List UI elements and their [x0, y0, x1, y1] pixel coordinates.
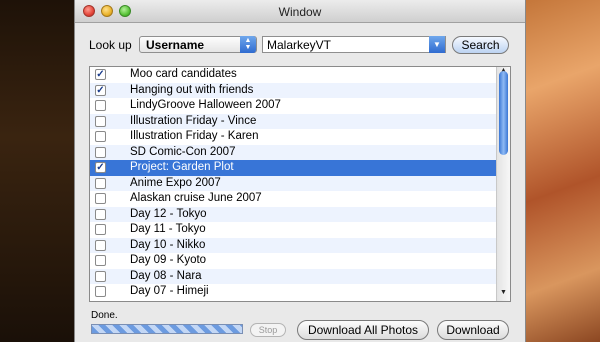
download-all-photos-button[interactable]: Download All Photos [297, 320, 429, 340]
lookup-field-value: Username [146, 38, 205, 52]
list-item-label: Project: Garden Plot [130, 161, 234, 173]
list-item[interactable]: Anime Expo 2007 [90, 175, 496, 191]
scroll-down-icon[interactable]: ▼ [499, 289, 508, 296]
list-item[interactable]: Illustration Friday - Karen [90, 129, 496, 145]
desktop-background-right [524, 0, 600, 342]
checkbox[interactable] [95, 255, 106, 266]
photoset-rows: ✓ Moo card candidates ✓ Hanging out with fr… [90, 67, 496, 300]
checkbox[interactable] [95, 224, 106, 235]
list-item[interactable]: Day 07 - Himeji [90, 284, 496, 300]
list-item[interactable]: ✓ Moo card candidates [90, 67, 496, 83]
list-item[interactable]: Alaskan cruise June 2007 [90, 191, 496, 207]
checkbox[interactable] [95, 270, 106, 282]
checkbox[interactable]: ✓ [95, 84, 106, 96]
checkbox[interactable] [95, 131, 106, 142]
list-item[interactable]: Day 12 - Tokyo [90, 206, 496, 222]
list-item-label: Anime Expo 2007 [130, 176, 221, 189]
list-item-label: SD Comic-Con 2007 [130, 145, 236, 158]
checkbox[interactable] [95, 208, 106, 220]
list-item-label: Day 07 - Himeji [130, 285, 209, 297]
search-button[interactable]: Search [452, 36, 509, 54]
scrollbar-thumb[interactable] [499, 71, 508, 155]
checkbox[interactable]: ✓ [95, 69, 106, 80]
chevron-down-icon[interactable]: ▼ [429, 36, 445, 53]
list-item-label: Illustration Friday - Vince [130, 114, 257, 127]
list-item[interactable]: ✓ Project: Garden Plot [90, 160, 496, 176]
vertical-scrollbar[interactable]: ▲ ▼ [496, 67, 510, 301]
list-item-label: Alaskan cruise June 2007 [130, 192, 262, 204]
list-item[interactable]: Day 10 - Nikko [90, 237, 496, 253]
checkbox[interactable] [95, 177, 106, 189]
stop-button[interactable]: Stop [250, 323, 286, 337]
progress-bar [91, 324, 243, 334]
list-item[interactable]: Day 09 - Kyoto [90, 253, 496, 269]
list-item-label: Day 10 - Nikko [130, 238, 206, 251]
list-item[interactable]: Day 11 - Tokyo [90, 222, 496, 238]
list-item[interactable]: LindyGroove Halloween 2007 [90, 98, 496, 114]
app-window: Window Look up Username ▲ ▼ MalarkeyVT ▼ … [74, 0, 526, 342]
list-item[interactable]: Day 08 - Nara [90, 268, 496, 284]
checkbox[interactable] [95, 286, 106, 297]
list-item-label: Day 11 - Tokyo [130, 223, 206, 235]
updown-arrows-icon: ▲ ▼ [240, 36, 256, 53]
list-item-label: Moo card candidates [130, 68, 237, 80]
checkbox[interactable] [95, 193, 106, 204]
photoset-list[interactable]: ✓ Moo card candidates ✓ Hanging out with fr… [89, 66, 511, 302]
list-item-label: LindyGroove Halloween 2007 [130, 99, 281, 111]
status-text: Done. [91, 310, 118, 321]
window-title: Window [278, 5, 322, 19]
list-item-label: Day 09 - Kyoto [130, 254, 207, 266]
list-item-label: Day 12 - Tokyo [130, 207, 207, 220]
list-item-label: Hanging out with friends [130, 83, 254, 96]
username-combo-box[interactable]: MalarkeyVT ▼ [262, 36, 446, 53]
download-button[interactable]: Download [437, 320, 509, 340]
list-item[interactable]: ✓ Hanging out with friends [90, 82, 496, 98]
checkbox[interactable] [95, 239, 106, 251]
title-bar[interactable]: Window [75, 0, 525, 23]
list-item-label: Illustration Friday - Karen [130, 130, 259, 142]
list-item[interactable]: Illustration Friday - Vince [90, 113, 496, 129]
lookup-field-popup[interactable]: Username ▲ ▼ [139, 36, 257, 53]
checkbox[interactable] [95, 115, 106, 127]
checkbox[interactable] [95, 100, 106, 111]
list-item-label: Day 08 - Nara [130, 269, 202, 282]
lookup-label: Look up [89, 38, 132, 52]
username-value: MalarkeyVT [267, 38, 332, 52]
desktop-background-left [0, 0, 74, 342]
checkbox[interactable]: ✓ [95, 162, 106, 173]
list-item[interactable]: SD Comic-Con 2007 [90, 144, 496, 160]
checkbox[interactable] [95, 146, 106, 158]
